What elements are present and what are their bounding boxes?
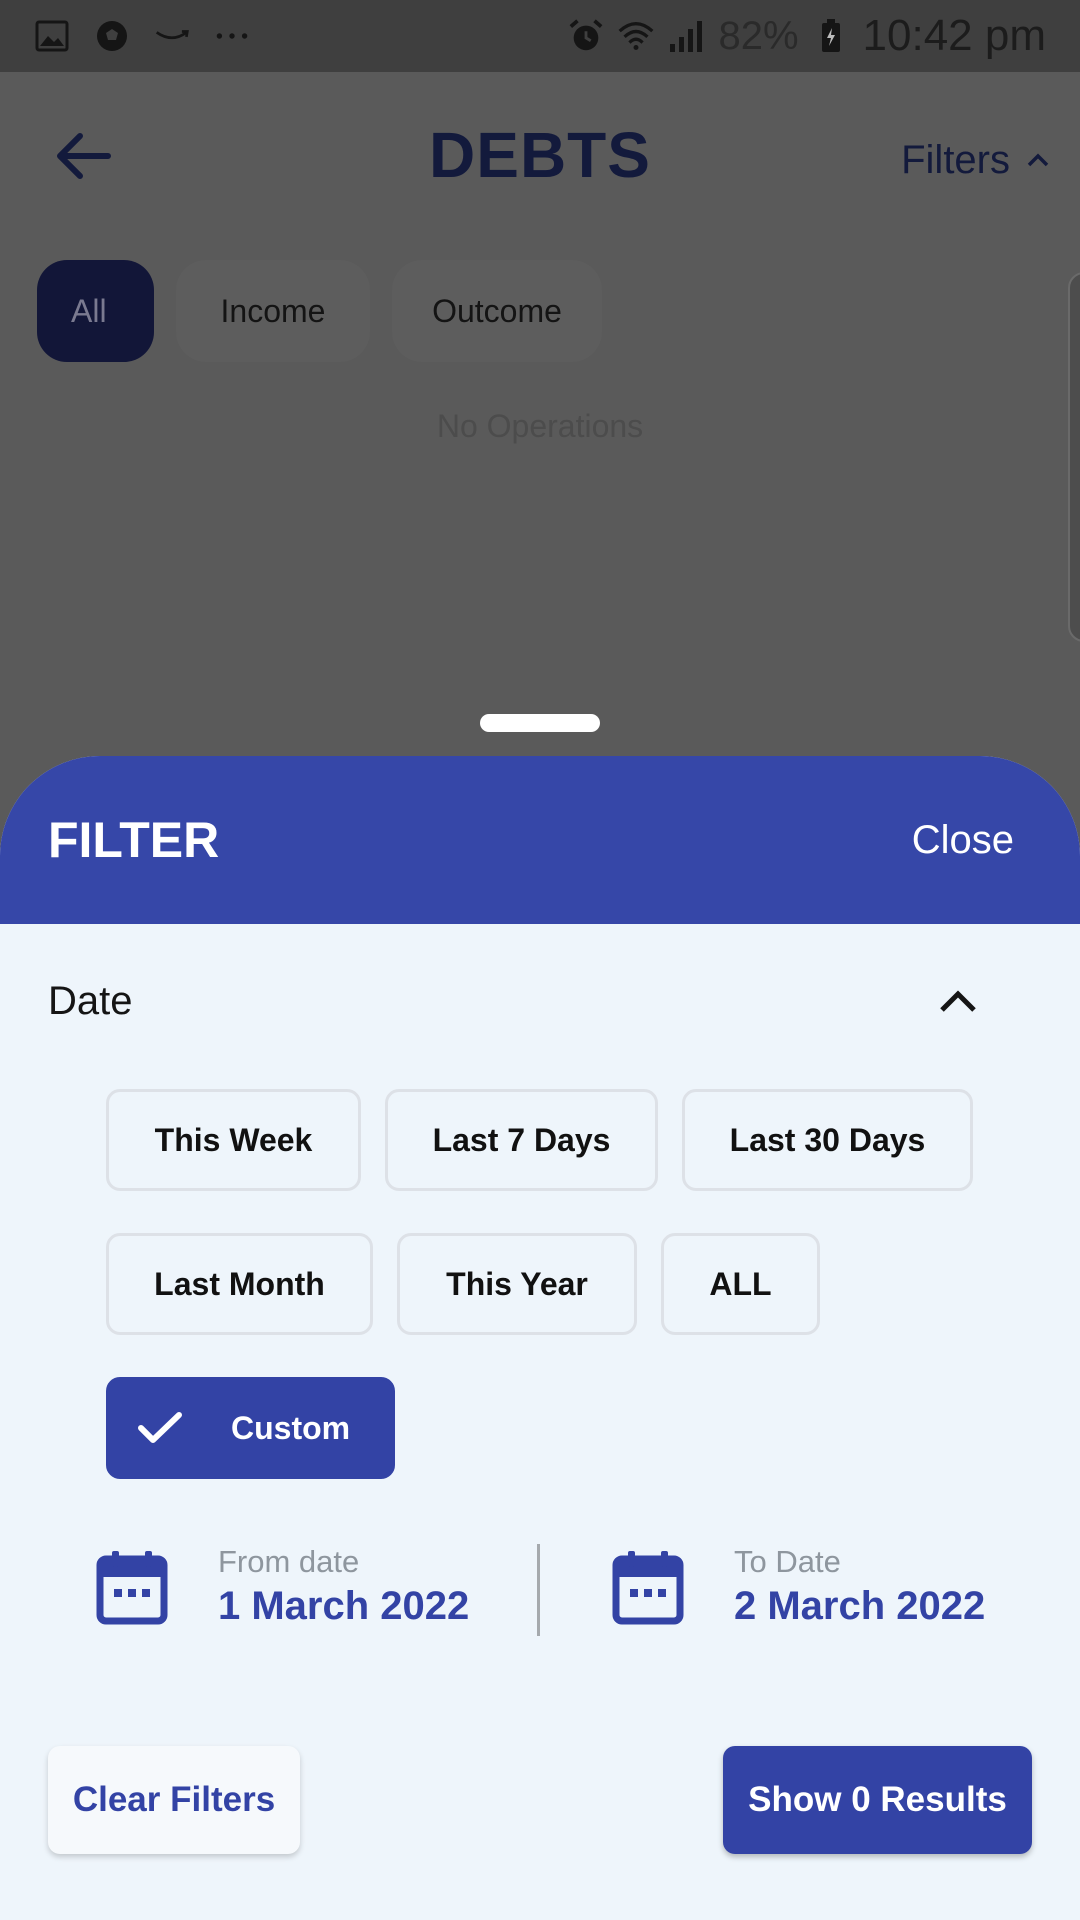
gallery-icon: [34, 18, 70, 54]
tab-all-label: All: [71, 292, 107, 329]
option-label: Last Month: [154, 1265, 325, 1302]
option-label: ALL: [709, 1265, 772, 1302]
sheet-drag-handle[interactable]: [480, 714, 600, 732]
date-divider: [537, 1544, 540, 1636]
soccer-ball-icon: [94, 18, 130, 54]
status-bar: 82% 10:42 pm: [0, 0, 1080, 72]
calendar-icon: [612, 1550, 684, 1624]
chevron-up-icon: [1027, 153, 1049, 167]
battery-percent: 82%: [718, 13, 799, 58]
to-date-caption: To Date: [734, 1544, 841, 1579]
date-section-header[interactable]: Date: [48, 966, 988, 1036]
option-label: This Week: [154, 1121, 313, 1158]
filters-toggle-button[interactable]: Filters: [901, 132, 1050, 188]
type-tabs: All Income Outcome: [37, 260, 602, 362]
filter-bottom-sheet: FILTER Close Date This Week Last 7 Days …: [0, 756, 1080, 1920]
chevron-up-icon[interactable]: [938, 988, 978, 1014]
tab-outcome[interactable]: Outcome: [392, 260, 602, 362]
to-date-picker[interactable]: To Date 2 March 2022: [612, 1544, 985, 1629]
option-all[interactable]: ALL: [661, 1233, 820, 1335]
clock: 10:42 pm: [862, 11, 1046, 60]
option-last-7-days[interactable]: Last 7 Days: [385, 1089, 658, 1191]
calendar-icon: [96, 1550, 168, 1624]
filters-label: Filters: [901, 137, 1010, 182]
alarm-icon: [568, 18, 604, 54]
option-last-month[interactable]: Last Month: [106, 1233, 373, 1335]
empty-state-text: No Operations: [436, 408, 644, 444]
app-bar: DEBTS Filters: [0, 72, 1080, 242]
tab-income-label: Income: [220, 292, 326, 329]
sheet-title: FILTER: [48, 812, 220, 868]
option-last-30-days[interactable]: Last 30 Days: [682, 1089, 973, 1191]
tab-income[interactable]: Income: [176, 260, 370, 362]
clear-filters-button[interactable]: Clear Filters: [48, 1746, 300, 1854]
date-options: This Week Last 7 Days Last 30 Days Last …: [106, 1089, 973, 1521]
option-custom[interactable]: Custom: [106, 1377, 395, 1479]
date-section-label: Date: [48, 978, 133, 1023]
tab-all[interactable]: All: [37, 260, 154, 362]
scrollbar-thumb[interactable]: [1068, 272, 1080, 642]
show-results-button[interactable]: Show 0 Results: [723, 1746, 1032, 1854]
from-date-picker[interactable]: From date 1 March 2022: [96, 1544, 469, 1629]
option-this-year[interactable]: This Year: [397, 1233, 637, 1335]
signal-icon: [668, 18, 704, 54]
custom-date-range: From date 1 March 2022 To Date 2 March 2…: [96, 1544, 996, 1640]
option-this-week[interactable]: This Week: [106, 1089, 361, 1191]
more-dots-icon: [214, 18, 250, 54]
wifi-icon: [618, 18, 654, 54]
amazon-smile-icon: [154, 18, 190, 54]
to-date-value: 2 March 2022: [734, 1584, 986, 1628]
option-label: This Year: [446, 1265, 588, 1302]
tab-outcome-label: Outcome: [432, 292, 562, 329]
checkmark-icon: [138, 1412, 182, 1443]
from-date-value: 1 March 2022: [218, 1584, 470, 1628]
sheet-header: FILTER Close: [0, 756, 1080, 924]
option-label: Custom: [231, 1409, 351, 1446]
from-date-caption: From date: [218, 1544, 360, 1579]
close-button[interactable]: Close: [912, 818, 1014, 863]
option-label: Last 30 Days: [729, 1121, 926, 1158]
option-label: Last 7 Days: [432, 1121, 611, 1158]
battery-charging-icon: [813, 18, 849, 54]
